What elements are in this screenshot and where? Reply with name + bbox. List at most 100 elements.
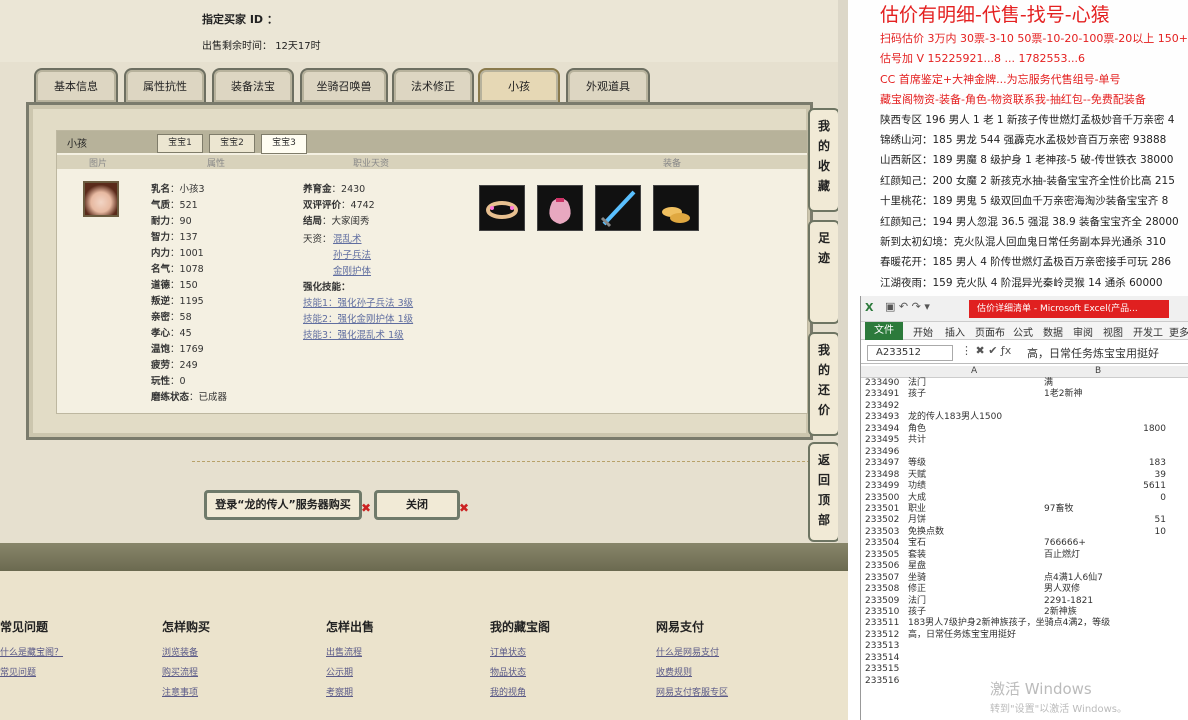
cell-a[interactable]: 天赋 bbox=[908, 470, 926, 481]
sheet-row[interactable]: 233508 修正 男人双修 bbox=[861, 584, 1188, 595]
cell-a[interactable]: 免换点数 bbox=[908, 527, 944, 538]
sheet-row[interactable]: 233493 龙的传人183男人1500 bbox=[861, 412, 1188, 423]
row-number[interactable]: 233491 bbox=[865, 389, 899, 400]
footer-link[interactable]: 考察期 bbox=[326, 688, 353, 698]
equip-shoes-icon[interactable] bbox=[653, 185, 699, 231]
excel-menu-review[interactable]: 审阅 bbox=[1073, 324, 1093, 339]
sheet-row[interactable]: 233507 坐骑 点4满1人6仙7 bbox=[861, 573, 1188, 584]
cell-b[interactable]: 51 bbox=[1044, 515, 1166, 526]
sheet-row[interactable]: 233490 法门 满 bbox=[861, 378, 1188, 389]
cell-b[interactable]: 2新神族 bbox=[1044, 607, 1077, 618]
cell-a[interactable]: 183男人7级护身2新神族孩子，坐骑点4满2，等级 bbox=[908, 618, 1110, 629]
cell-a[interactable]: 坐骑 bbox=[908, 573, 926, 584]
cell-a[interactable]: 宝石 bbox=[908, 538, 926, 549]
cell-a[interactable]: 高，日常任务炼宝宝用挺好 bbox=[908, 630, 1016, 641]
excel-menu-developer[interactable]: 开发工 bbox=[1133, 324, 1163, 339]
equip-wreath-icon[interactable] bbox=[479, 185, 525, 231]
sheet-row[interactable]: 233502 月饼 51 bbox=[861, 515, 1188, 526]
sheet-row[interactable]: 233511 183男人7级护身2新神族孩子，坐骑点4满2，等级 bbox=[861, 618, 1188, 629]
footer-link[interactable]: 公示期 bbox=[326, 668, 353, 678]
sheet-row[interactable]: 233499 功绩 5611 bbox=[861, 481, 1188, 492]
sheet-row[interactable]: 233509 法门 2291-1821 bbox=[861, 596, 1188, 607]
sheet-row[interactable]: 233510 孩子 2新神族 bbox=[861, 607, 1188, 618]
formula-buttons-icon[interactable]: ⋮ ✖ ✔ ƒx bbox=[961, 344, 1011, 357]
cell-a[interactable]: 功绩 bbox=[908, 481, 926, 492]
cell-a[interactable]: 法门 bbox=[908, 596, 926, 607]
footer-link[interactable]: 什么是网易支付 bbox=[656, 648, 719, 658]
cell-a[interactable]: 龙的传人183男人1500 bbox=[908, 412, 1002, 423]
side-back-to-top[interactable]: 返回顶部 bbox=[808, 442, 840, 542]
footer-link[interactable]: 购买流程 bbox=[162, 668, 198, 678]
sheet-row[interactable]: 233491 孩子 1老2新神 bbox=[861, 389, 1188, 400]
footer-link[interactable]: 浏览装备 bbox=[162, 648, 198, 658]
tab-basic-info[interactable]: 基本信息 bbox=[34, 68, 118, 102]
tab-spell-correction[interactable]: 法术修正 bbox=[392, 68, 474, 102]
formula-input[interactable]: 高，日常任务炼宝宝用挺好 bbox=[1027, 345, 1159, 361]
row-number[interactable]: 233497 bbox=[865, 458, 899, 469]
row-number[interactable]: 233503 bbox=[865, 527, 899, 538]
cell-a[interactable]: 孩子 bbox=[908, 389, 926, 400]
excel-menu-formula[interactable]: 公式 bbox=[1013, 324, 1033, 339]
col-b-header[interactable]: B bbox=[1095, 366, 1101, 376]
row-number[interactable]: 233513 bbox=[865, 641, 899, 652]
sheet-row[interactable]: 233512 高，日常任务炼宝宝用挺好 bbox=[861, 630, 1188, 641]
sheet-row[interactable]: 233495 共计 bbox=[861, 435, 1188, 446]
name-box[interactable]: A233512 bbox=[867, 345, 953, 361]
excel-menu-data[interactable]: 数据 bbox=[1043, 324, 1063, 339]
footer-link[interactable]: 出售流程 bbox=[326, 648, 362, 658]
login-buy-button[interactable]: 登录“龙的传人”服务器购买 ✖ bbox=[204, 490, 371, 520]
equip-pouch-icon[interactable] bbox=[537, 185, 583, 231]
footer-link[interactable]: 常见问题 bbox=[0, 668, 36, 678]
skill-2[interactable]: 技能2：强化金刚护体 1级 bbox=[303, 311, 413, 325]
cell-b[interactable]: 5611 bbox=[1044, 481, 1166, 492]
side-favorites[interactable]: 我的收藏 bbox=[808, 108, 840, 212]
cell-b[interactable]: 766666+ bbox=[1044, 538, 1086, 549]
excel-file-menu[interactable]: 文件 bbox=[865, 322, 903, 340]
row-number[interactable]: 233492 bbox=[865, 401, 899, 412]
sheet-row[interactable]: 233494 角色 1800 bbox=[861, 424, 1188, 435]
row-number[interactable]: 233504 bbox=[865, 538, 899, 549]
skill-1[interactable]: 技能1：强化孙子兵法 3级 bbox=[303, 295, 413, 309]
row-number[interactable]: 233490 bbox=[865, 378, 899, 389]
sheet-row[interactable]: 233504 宝石 766666+ bbox=[861, 538, 1188, 549]
cell-b[interactable]: 百止燃灯 bbox=[1044, 550, 1080, 561]
row-number[interactable]: 233516 bbox=[865, 676, 899, 687]
talent-1[interactable]: 混乱术 bbox=[333, 231, 362, 245]
cell-b[interactable]: 2291-1821 bbox=[1044, 596, 1093, 607]
sheet-row[interactable]: 233497 等级 183 bbox=[861, 458, 1188, 469]
row-number[interactable]: 233512 bbox=[865, 630, 899, 641]
row-number[interactable]: 233507 bbox=[865, 573, 899, 584]
sheet-row[interactable]: 233496 bbox=[861, 447, 1188, 458]
tab-equipment[interactable]: 装备法宝 bbox=[212, 68, 294, 102]
row-number[interactable]: 233496 bbox=[865, 447, 899, 458]
talent-3[interactable]: 金刚护体 bbox=[333, 263, 371, 277]
excel-menu-view[interactable]: 视图 bbox=[1103, 324, 1123, 339]
row-number[interactable]: 233509 bbox=[865, 596, 899, 607]
cell-b[interactable]: 97畜牧 bbox=[1044, 504, 1073, 515]
cell-a[interactable]: 角色 bbox=[908, 424, 926, 435]
row-number[interactable]: 233495 bbox=[865, 435, 899, 446]
cell-a[interactable]: 法门 bbox=[908, 378, 926, 389]
sheet-row[interactable]: 233513 bbox=[861, 641, 1188, 652]
tab-attributes[interactable]: 属性抗性 bbox=[124, 68, 206, 102]
footer-link[interactable]: 网易支付客服专区 bbox=[656, 688, 728, 698]
cell-b[interactable]: 39 bbox=[1044, 470, 1166, 481]
cell-b[interactable]: 183 bbox=[1044, 458, 1166, 469]
footer-link[interactable]: 收费规则 bbox=[656, 668, 692, 678]
sheet-row[interactable]: 233514 bbox=[861, 653, 1188, 664]
cell-a[interactable]: 共计 bbox=[908, 435, 926, 446]
tab-children[interactable]: 小孩 bbox=[478, 68, 560, 102]
excel-menu-layout[interactable]: 页面布 bbox=[975, 324, 1005, 339]
row-number[interactable]: 233515 bbox=[865, 664, 899, 675]
row-number[interactable]: 233514 bbox=[865, 653, 899, 664]
tab-appearance[interactable]: 外观道具 bbox=[566, 68, 650, 102]
sheet-row[interactable]: 233492 bbox=[861, 401, 1188, 412]
side-my-offers[interactable]: 我的还价 bbox=[808, 332, 840, 436]
footer-link[interactable]: 什么是藏宝阁？ bbox=[0, 648, 63, 658]
sheet-row[interactable]: 233498 天赋 39 bbox=[861, 470, 1188, 481]
row-number[interactable]: 233505 bbox=[865, 550, 899, 561]
quick-access-icons[interactable]: ▣ ↶ ↷ ▾ bbox=[885, 300, 930, 313]
row-number[interactable]: 233502 bbox=[865, 515, 899, 526]
subtab-baby3[interactable]: 宝宝3 bbox=[261, 134, 307, 154]
sheet-row[interactable]: 233505 套装 百止燃灯 bbox=[861, 550, 1188, 561]
